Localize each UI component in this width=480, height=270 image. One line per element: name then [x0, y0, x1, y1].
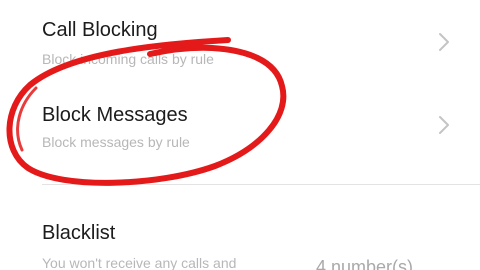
blacklist-row[interactable]: Blacklist You won't receive any calls an… — [0, 198, 480, 270]
settings-screen: Call Blocking Block incoming calls by ru… — [0, 0, 480, 270]
chevron-right-icon — [439, 33, 449, 51]
block-messages-title: Block Messages — [42, 104, 188, 126]
call-blocking-subtitle: Block incoming calls by rule — [42, 51, 214, 67]
block-messages-subtitle: Block messages by rule — [42, 134, 190, 150]
blacklist-title: Blacklist — [42, 222, 116, 244]
section-divider — [42, 184, 480, 185]
block-messages-row[interactable]: Block Messages Block messages by rule — [0, 82, 480, 182]
blacklist-count: 4 number(s) — [316, 257, 414, 270]
call-blocking-row[interactable]: Call Blocking Block incoming calls by ru… — [0, 0, 480, 82]
chevron-right-icon — [439, 116, 449, 134]
blacklist-subtitle: You won't receive any calls and — [42, 255, 237, 270]
call-blocking-title: Call Blocking — [42, 19, 158, 41]
